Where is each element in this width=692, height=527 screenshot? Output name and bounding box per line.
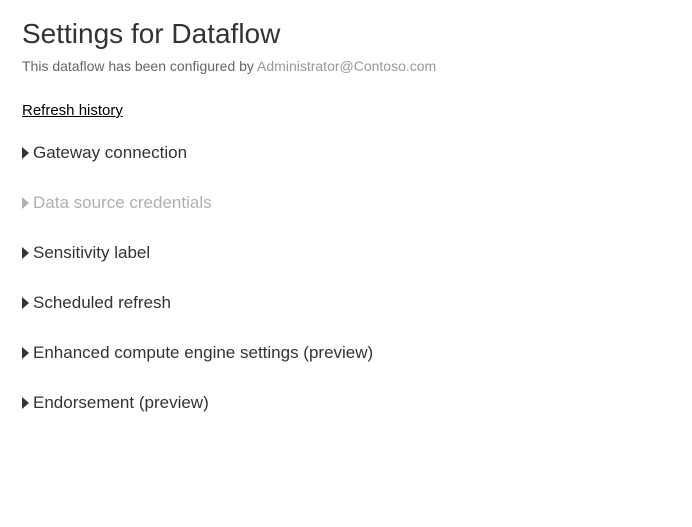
- section-enhanced-compute[interactable]: Enhanced compute engine settings (previe…: [22, 343, 670, 363]
- section-label-endorsement: Endorsement (preview): [33, 393, 209, 413]
- subtitle-prefix: This dataflow has been configured by: [22, 58, 257, 74]
- section-gateway-connection[interactable]: Gateway connection: [22, 143, 670, 163]
- section-label-sensitivity: Sensitivity label: [33, 243, 150, 263]
- section-scheduled-refresh[interactable]: Scheduled refresh: [22, 293, 670, 313]
- refresh-history-link[interactable]: Refresh history: [22, 102, 123, 119]
- section-label-enhanced: Enhanced compute engine settings (previe…: [33, 343, 373, 363]
- caret-right-icon: [22, 147, 29, 159]
- page-title: Settings for Dataflow: [22, 18, 670, 50]
- section-endorsement[interactable]: Endorsement (preview): [22, 393, 670, 413]
- section-sensitivity-label[interactable]: Sensitivity label: [22, 243, 670, 263]
- caret-right-icon: [22, 397, 29, 409]
- subtitle: This dataflow has been configured by Adm…: [22, 58, 670, 74]
- section-label-scheduled: Scheduled refresh: [33, 293, 171, 313]
- section-label-datasource: Data source credentials: [33, 193, 212, 213]
- caret-right-icon: [22, 297, 29, 309]
- caret-right-icon: [22, 247, 29, 259]
- caret-right-icon: [22, 347, 29, 359]
- section-data-source-credentials: Data source credentials: [22, 193, 670, 213]
- configured-by-email: Administrator@Contoso.com: [257, 58, 436, 74]
- section-label-gateway: Gateway connection: [33, 143, 187, 163]
- caret-right-icon: [22, 197, 29, 209]
